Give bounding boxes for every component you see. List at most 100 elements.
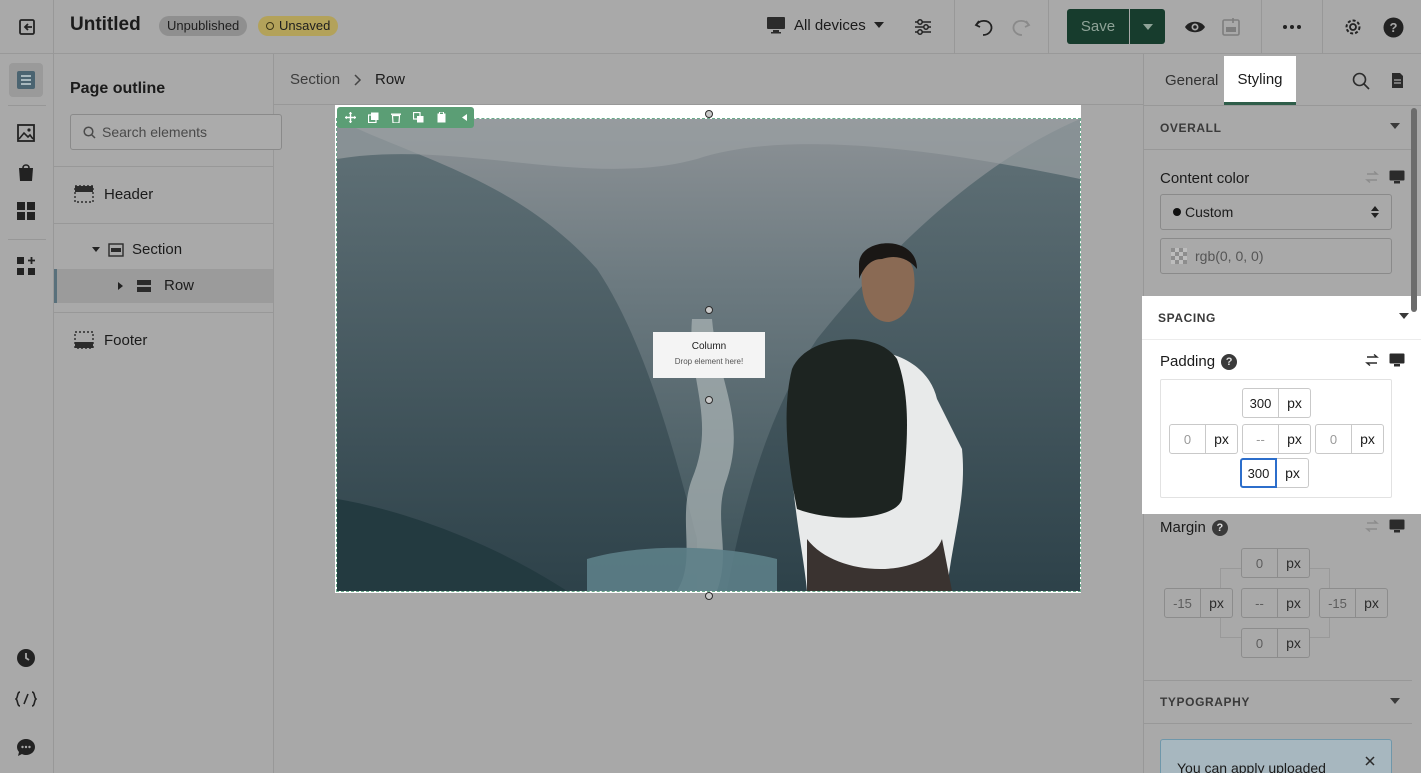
element-toolbar: [337, 107, 474, 128]
save-button[interactable]: Save: [1067, 9, 1129, 44]
inspector-scrollbar[interactable]: [1411, 108, 1417, 312]
rail-outline-button[interactable]: [9, 63, 43, 97]
outline-search[interactable]: [70, 114, 282, 150]
move-button[interactable]: [341, 107, 361, 128]
duplicate-button[interactable]: [364, 107, 384, 128]
chat-icon: [17, 739, 35, 756]
search-icon[interactable]: [1352, 72, 1370, 90]
unit-label: px: [1201, 588, 1233, 618]
unit-label: px: [1278, 628, 1310, 658]
breadcrumb: Section Row: [274, 54, 1143, 105]
typography-section-header[interactable]: TYPOGRAPHY: [1144, 680, 1412, 724]
margin-bottom-value[interactable]: 0: [1241, 628, 1278, 658]
rail-history-button[interactable]: [9, 641, 43, 675]
padding-left-field[interactable]: 0 px: [1169, 424, 1238, 454]
spacing-section-header[interactable]: SPACING: [1142, 296, 1421, 340]
clipboard-button[interactable]: [432, 107, 452, 128]
save-options-button[interactable]: [1130, 9, 1165, 44]
grid-icon: [17, 202, 35, 220]
rail-templates-button[interactable]: [9, 194, 43, 228]
margin-right-field[interactable]: -15 px: [1319, 588, 1388, 618]
preview-button[interactable]: [1183, 15, 1207, 39]
margin-center-field[interactable]: -- px: [1241, 588, 1310, 618]
padding-left-value[interactable]: 0: [1169, 424, 1206, 454]
desktop-icon[interactable]: [1389, 353, 1405, 367]
desktop-icon[interactable]: [1389, 170, 1405, 184]
more-button[interactable]: [1281, 16, 1303, 38]
outline-list-icon: [17, 71, 35, 89]
page-title[interactable]: Untitled: [70, 14, 141, 36]
help-icon[interactable]: ?: [1211, 519, 1228, 536]
resize-handle-bottom[interactable]: [705, 592, 713, 600]
rail-media-button[interactable]: [9, 116, 43, 150]
publish-button[interactable]: [1219, 15, 1243, 39]
overall-section-header[interactable]: OVERALL: [1144, 106, 1412, 150]
content-color-select[interactable]: Custom: [1160, 194, 1392, 230]
help-icon[interactable]: ?: [1221, 353, 1238, 370]
outline-item-row[interactable]: Row: [118, 277, 194, 294]
reset-icon[interactable]: [1365, 520, 1379, 532]
margin-bottom-field[interactable]: 0 px: [1241, 628, 1310, 658]
padding-handle-top[interactable]: [705, 306, 713, 314]
padding-bottom-field[interactable]: 300 px: [1240, 458, 1309, 488]
delete-button[interactable]: [386, 107, 406, 128]
tab-general[interactable]: General: [1165, 72, 1218, 89]
outline-divider: [54, 312, 273, 313]
outline-item-footer[interactable]: Footer: [74, 331, 147, 349]
search-input[interactable]: [102, 124, 262, 140]
margin-right-value[interactable]: -15: [1319, 588, 1356, 618]
exit-button[interactable]: [0, 0, 54, 54]
outline-item-section[interactable]: Section: [92, 241, 182, 258]
content-color-actions: [1365, 170, 1405, 184]
desktop-icon[interactable]: [1389, 519, 1405, 533]
rail-divider: [8, 105, 46, 106]
content-color-value-field[interactable]: rgb(0, 0, 0): [1160, 238, 1392, 274]
outline-title: Page outline: [70, 80, 166, 97]
publish-icon: [1222, 18, 1240, 36]
column-dropzone[interactable]: Column Drop element here!: [653, 332, 765, 378]
padding-right-field[interactable]: 0 px: [1315, 424, 1384, 454]
device-selector[interactable]: All devices: [766, 16, 884, 34]
outline-item-header[interactable]: Header: [74, 185, 153, 203]
outline-item-label: Row: [164, 277, 195, 294]
breadcrumb-section[interactable]: Section: [290, 71, 340, 88]
breadcrumb-row[interactable]: Row: [375, 71, 405, 88]
padding-top-value[interactable]: 300: [1242, 388, 1279, 418]
save-as-button[interactable]: [409, 107, 429, 128]
tab-styling[interactable]: Styling: [1224, 56, 1296, 105]
settings-button[interactable]: [1341, 15, 1365, 39]
rail-shopify-button[interactable]: [9, 155, 43, 189]
padding-top-field[interactable]: 300 px: [1242, 388, 1311, 418]
rail-add-element-button[interactable]: [9, 249, 43, 283]
redo-button[interactable]: [1008, 14, 1034, 40]
resize-handle-top[interactable]: [705, 110, 713, 118]
undo-button[interactable]: [971, 14, 997, 40]
rail-code-button[interactable]: [9, 682, 43, 716]
help-button[interactable]: ?: [1381, 15, 1405, 39]
rail-chat-button[interactable]: [9, 731, 43, 765]
margin-left-field[interactable]: -15 px: [1164, 588, 1233, 618]
margin-top-value[interactable]: 0: [1241, 548, 1278, 578]
padding-right-value[interactable]: 0: [1315, 424, 1352, 454]
padding-bottom-value[interactable]: 300: [1240, 458, 1277, 488]
close-icon[interactable]: [1365, 756, 1375, 766]
margin-left-value[interactable]: -15: [1164, 588, 1201, 618]
padding-center-field[interactable]: -- px: [1242, 424, 1311, 454]
help-icon: ?: [1383, 17, 1403, 37]
collapse-toolbar-button[interactable]: [454, 107, 474, 128]
exit-icon: [18, 19, 35, 35]
rail-divider: [8, 239, 46, 240]
padding-center-value[interactable]: --: [1242, 424, 1279, 454]
caret-left-icon: [461, 114, 467, 121]
margin-center-value[interactable]: --: [1241, 588, 1278, 618]
left-rail: [0, 54, 54, 773]
footer-block-icon: [74, 331, 94, 349]
reset-icon[interactable]: [1365, 171, 1379, 183]
margin-top-field[interactable]: 0 px: [1241, 548, 1310, 578]
settings-sliders-button[interactable]: [912, 16, 934, 38]
copy-icon: [368, 112, 379, 123]
document-icon[interactable]: [1391, 72, 1404, 89]
padding-handle-bottom[interactable]: [705, 396, 713, 404]
caret-down-icon: [92, 246, 100, 252]
reset-icon[interactable]: [1365, 354, 1379, 366]
